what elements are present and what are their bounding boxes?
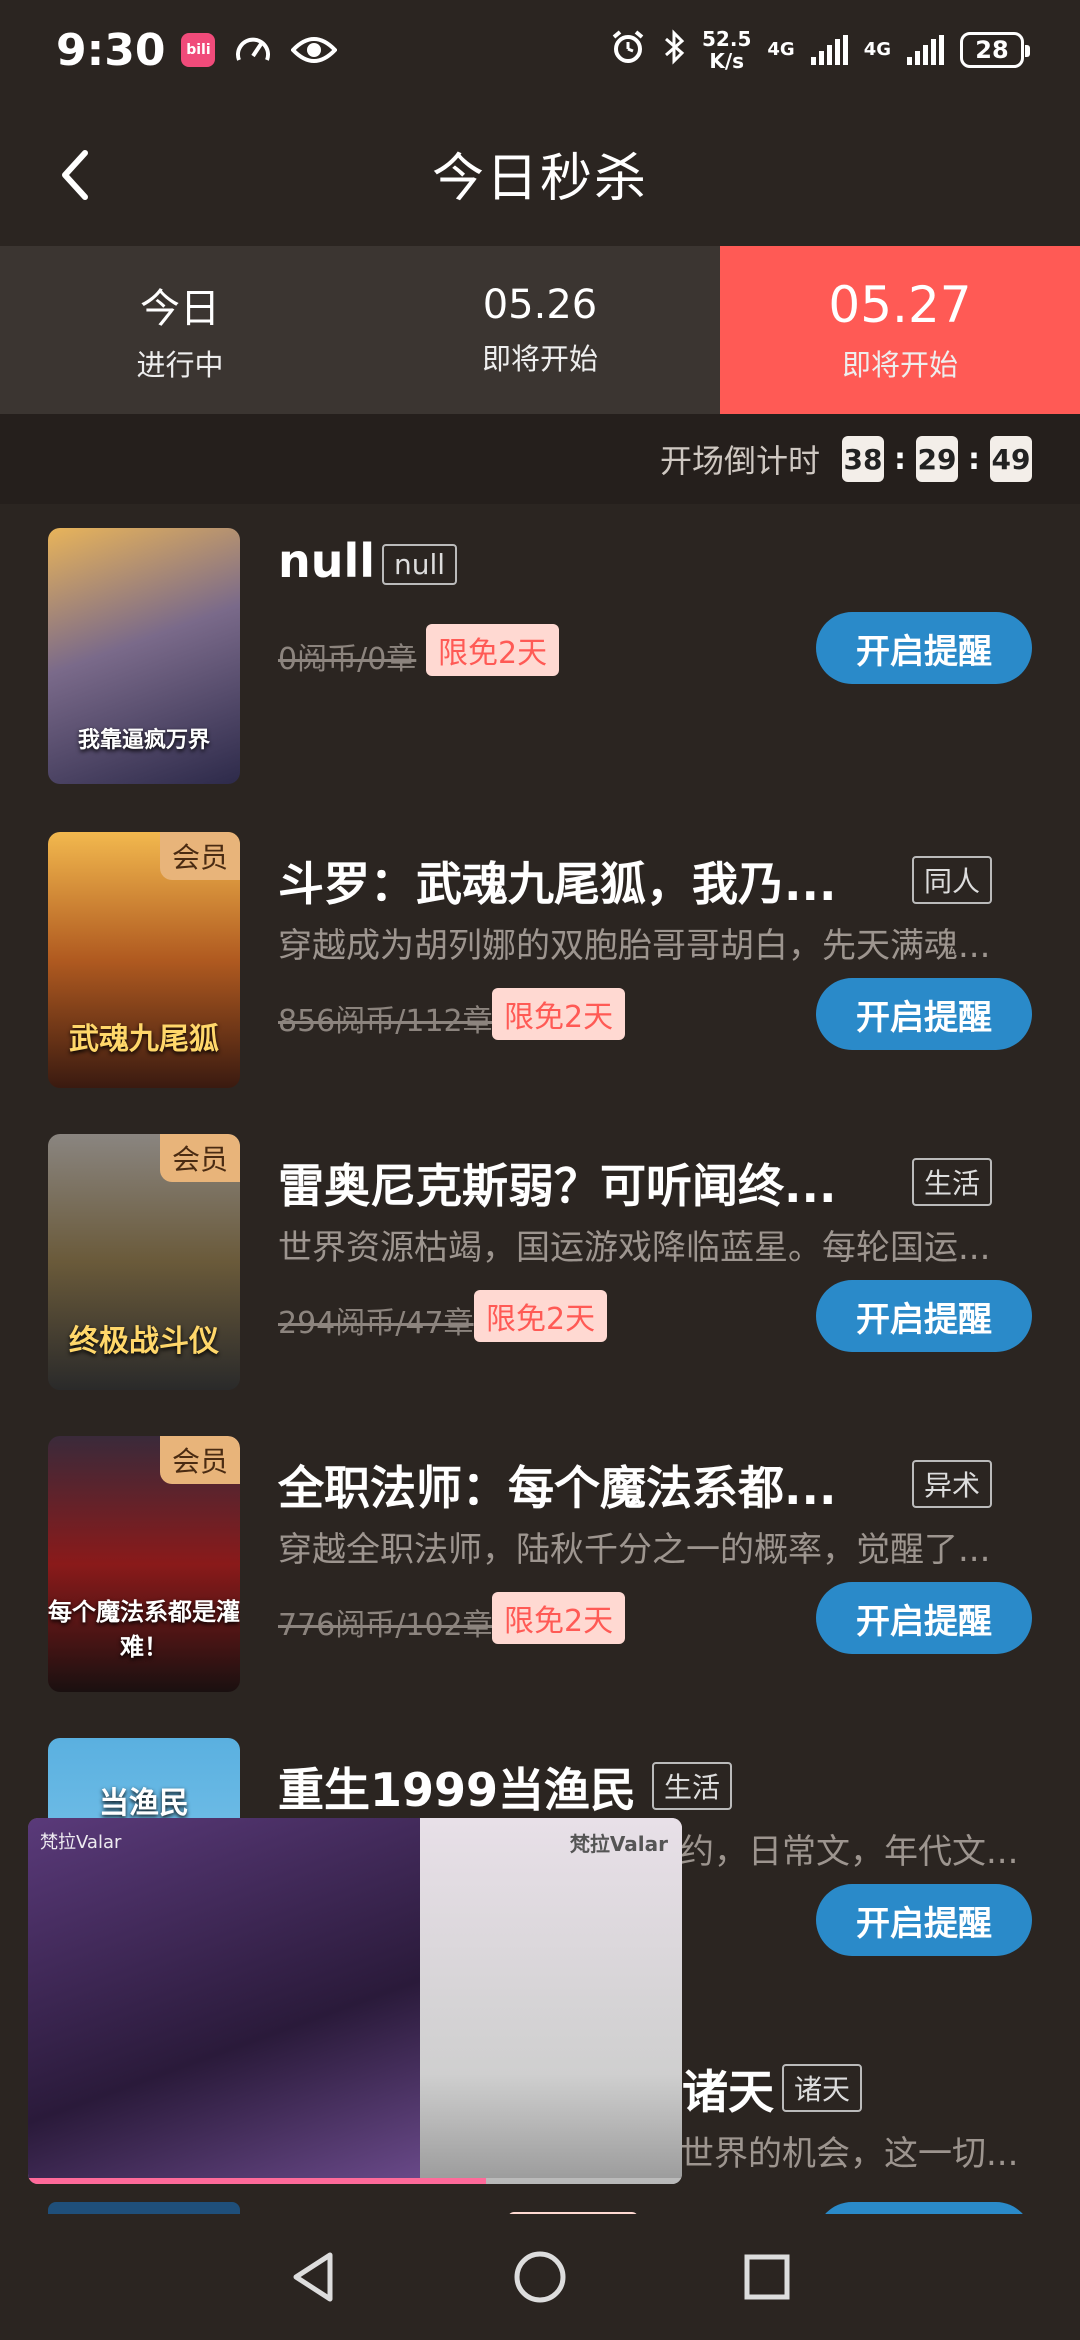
book-description: 穿越成为胡列娜的双胞胎哥哥胡白，先天满魂...	[278, 926, 991, 966]
cover-text: 每个魔法系都是灌难！	[48, 1598, 240, 1661]
network-type-1: 4G	[767, 39, 795, 60]
video-watermark: 梵拉Valar	[569, 1832, 668, 1856]
book-description: 世界资源枯竭，国运游戏降临蓝星。每轮国运...	[278, 1228, 991, 1268]
countdown-separator: :	[968, 441, 980, 477]
nav-back-button[interactable]	[278, 2242, 348, 2312]
vip-badge: 会员	[159, 1436, 240, 1484]
countdown-separator: :	[894, 441, 906, 477]
genre-tag: 生活	[912, 1158, 993, 1206]
countdown-label: 开场倒计时	[659, 442, 820, 480]
list-item[interactable]: 我靠逼疯万界 null null 0阅币/0章 限免2天 开启提醒	[0, 504, 1080, 804]
free-badge: 限免2天	[474, 1290, 608, 1342]
speed-unit: K/s	[709, 49, 745, 73]
triangle-back-icon	[293, 2252, 333, 2302]
signal-icon-2	[907, 35, 944, 65]
battery-icon: 28	[960, 32, 1030, 68]
status-right: 52.5 K/s 4G 4G 28	[610, 28, 1030, 72]
tab-today[interactable]: 今日 进行中	[0, 246, 360, 414]
list-item[interactable]: 会员 武魂九尾狐 斗罗：武魂九尾狐，我乃... 同人 穿越成为胡列娜的双胞胎哥哥…	[0, 808, 1080, 1108]
remind-button[interactable]: 开启提醒	[816, 978, 1032, 1050]
book-cover[interactable]: 我靠逼疯万界	[48, 528, 240, 784]
video-progress-bar	[28, 2178, 682, 2184]
floating-video-player[interactable]: 梵拉Valar 梵拉Valar	[28, 1818, 682, 2184]
original-price: 776阅币/102章	[278, 1608, 493, 1643]
book-title[interactable]: 重生1999当渔民	[278, 1754, 636, 1820]
free-badge: 限免2天	[492, 988, 626, 1040]
genre-tag: 异术	[912, 1460, 993, 1508]
genre-tag: 生活	[652, 1762, 733, 1810]
tab-status: 即将开始	[481, 342, 598, 376]
alarm-icon	[610, 29, 646, 72]
genre-tag: 诸天	[782, 2064, 863, 2112]
tab-0526[interactable]: 05.26 即将开始	[360, 246, 720, 414]
tab-date: 今日	[140, 286, 220, 332]
countdown-seconds: 49	[990, 436, 1032, 482]
chevron-left-icon	[62, 150, 88, 200]
nav-recents-button[interactable]	[732, 2242, 802, 2312]
video-background	[420, 1818, 682, 2184]
nav-home-button[interactable]	[505, 2242, 575, 2312]
original-price: 294阅币/47章	[278, 1306, 474, 1341]
book-title[interactable]: 雷奥尼克斯弱？可听闻终...	[278, 1150, 836, 1216]
book-description: 穿越全职法师，陆秋千分之一的概率，觉醒了...	[278, 1530, 991, 1570]
tab-date: 05.26	[482, 282, 598, 328]
vip-badge: 会员	[159, 832, 240, 880]
tab-status: 即将开始	[841, 348, 958, 382]
list-item[interactable]: 会员 终极战斗仪 雷奥尼克斯弱？可听闻终... 生活 世界资源枯竭，国运游戏降临…	[0, 1110, 1080, 1410]
book-cover[interactable]: 会员 终极战斗仪	[48, 1134, 240, 1390]
genre-tag: null	[382, 544, 458, 585]
cover-text: 当渔民	[99, 1786, 189, 1821]
book-description: 世界的机会，这一切...	[680, 2134, 1019, 2174]
vip-badge: 会员	[159, 1134, 240, 1182]
cover-text: 武魂九尾狐	[69, 1022, 219, 1057]
status-bar: 9:30 bili 52.5 K/s 4G 4G 28	[0, 0, 1080, 100]
page-title: 今日秒杀	[431, 148, 648, 209]
signal-icon-1	[810, 35, 848, 65]
top-bar: 今日秒杀	[0, 100, 1080, 246]
genre-tag: 同人	[912, 856, 993, 904]
bluetooth-icon	[662, 28, 686, 72]
date-tabs: 今日 进行中 05.26 即将开始 05.27 即将开始	[0, 246, 1080, 432]
status-time: 9:30	[56, 24, 166, 76]
app-root: { "status_bar": { "time": "9:30", "speed…	[0, 0, 1080, 2340]
network-speed: 52.5 K/s	[702, 28, 751, 72]
battery-level: 28	[975, 36, 1009, 64]
remind-button[interactable]: 开启提醒	[816, 612, 1032, 684]
book-title[interactable]: 斗罗：武魂九尾狐，我乃...	[278, 848, 836, 914]
network-type-2: 4G	[863, 39, 891, 60]
tab-status: 进行中	[136, 348, 224, 382]
original-price: 0阅币/0章	[278, 642, 417, 677]
video-progress-fill	[28, 2178, 486, 2184]
bilibili-icon: bili	[181, 33, 216, 67]
video-frame	[28, 1818, 421, 2184]
remind-button[interactable]: 开启提醒	[816, 1884, 1032, 1956]
speedometer-icon	[233, 30, 273, 70]
tab-0527[interactable]: 05.27 即将开始	[720, 246, 1080, 432]
circle-home-icon	[514, 2251, 566, 2303]
countdown-bar: 开场倒计时 38 : 29 : 49	[0, 414, 1080, 504]
square-recents-icon	[744, 2254, 790, 2300]
eye-icon	[291, 34, 338, 66]
free-badge: 限免2天	[426, 624, 560, 676]
countdown-minutes: 29	[916, 436, 958, 482]
original-price: 856阅币/112章	[278, 1004, 493, 1039]
video-watermark: 梵拉Valar	[40, 1832, 122, 1853]
book-title[interactable]: 诸天	[682, 2056, 774, 2122]
list-item[interactable]: 会员 每个魔法系都是灌难！ 全职法师：每个魔法系都... 异术 穿越全职法师，陆…	[0, 1412, 1080, 1712]
remind-button[interactable]: 开启提醒	[816, 1280, 1032, 1352]
cover-text: 我靠逼疯万界	[77, 728, 210, 753]
back-button[interactable]	[40, 140, 110, 210]
book-title[interactable]: 全职法师：每个魔法系都...	[278, 1452, 836, 1518]
free-badge: 限免2天	[492, 1592, 626, 1644]
book-cover[interactable]: 会员 武魂九尾狐	[48, 832, 240, 1088]
book-cover[interactable]: 会员 每个魔法系都是灌难！	[48, 1436, 240, 1692]
tab-date: 05.27	[828, 276, 972, 334]
book-title[interactable]: null	[278, 534, 375, 588]
cover-text: 终极战斗仪	[69, 1324, 219, 1359]
book-description: 约，日常文，年代文...	[680, 1832, 1019, 1872]
countdown-hours: 38	[842, 436, 884, 482]
remind-button[interactable]: 开启提醒	[816, 1582, 1032, 1654]
speed-value: 52.5	[702, 27, 752, 51]
system-nav-bar	[0, 2214, 1080, 2340]
